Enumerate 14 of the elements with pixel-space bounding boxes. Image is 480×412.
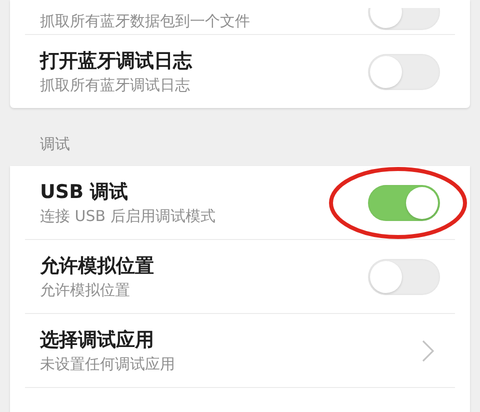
setting-description: 未设置任何调试应用 bbox=[40, 354, 176, 372]
toggle-switch[interactable] bbox=[368, 184, 440, 220]
section-header: 调试 bbox=[39, 134, 71, 155]
setting-title: USB 调试 bbox=[40, 180, 130, 202]
setting-title: 允许模拟位置 bbox=[40, 254, 155, 276]
setting-description: 连接 USB 后启用调试模式 bbox=[40, 206, 216, 224]
toggle-switch[interactable] bbox=[368, 54, 440, 90]
chevron-icon[interactable] bbox=[422, 340, 434, 362]
setting-description: 抓取所有蓝牙调试日志 bbox=[40, 76, 191, 94]
setting-title: 打开蓝牙调试日志 bbox=[40, 50, 194, 72]
setting-title: 选择调试应用 bbox=[40, 328, 155, 350]
setting-description: 允许模拟位置 bbox=[40, 280, 131, 298]
toggle-switch[interactable] bbox=[368, 258, 440, 294]
setting-description: 抓取所有蓝牙数据包到一个文件 bbox=[40, 12, 251, 30]
